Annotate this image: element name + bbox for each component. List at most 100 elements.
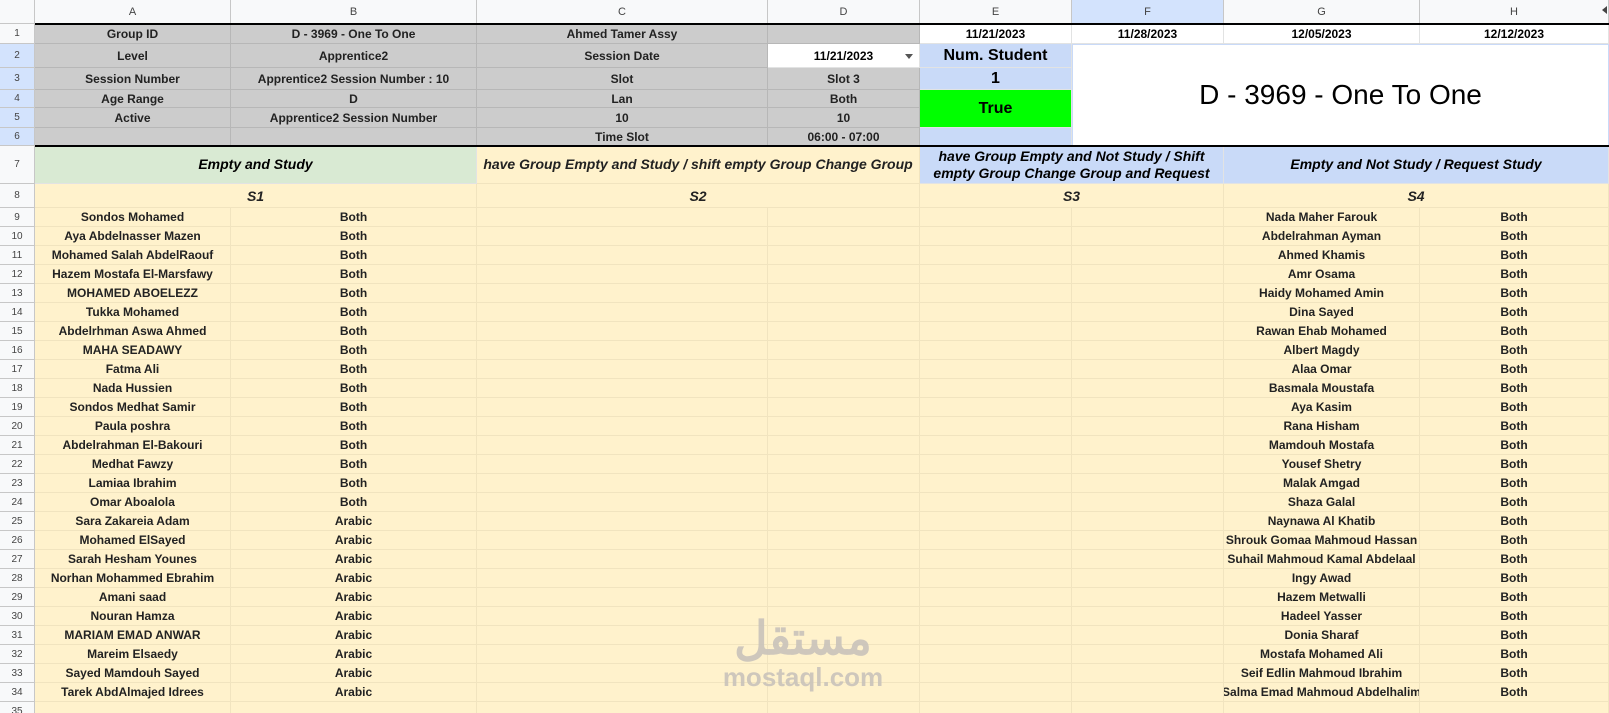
header-cell-r5-c1[interactable]: Apprentice2 Session Number [231, 108, 477, 128]
data-cell-r20-g[interactable]: Rana Hisham [1224, 417, 1420, 436]
data-cell-r22-d[interactable] [768, 455, 920, 474]
data-cell-r19-a[interactable]: Sondos Medhat Samir [35, 398, 231, 417]
data-cell-r26-d[interactable] [768, 531, 920, 550]
data-cell-r34-f[interactable] [1072, 683, 1224, 702]
row-header-10[interactable]: 10 [0, 227, 35, 246]
data-cell-r15-g[interactable]: Rawan Ehab Mohamed [1224, 322, 1420, 341]
data-cell-r20-h[interactable]: Both [1420, 417, 1609, 436]
data-cell-r21-g[interactable]: Mamdouh Mostafa [1224, 436, 1420, 455]
data-cell-r24-d[interactable] [768, 493, 920, 512]
data-cell-r29-a[interactable]: Amani saad [35, 588, 231, 607]
row-header-12[interactable]: 12 [0, 265, 35, 284]
num-student-label[interactable]: Num. Student [920, 44, 1072, 68]
data-cell-r27-f[interactable] [1072, 550, 1224, 569]
data-cell-r10-e[interactable] [920, 227, 1072, 246]
data-cell-r33-f[interactable] [1072, 664, 1224, 683]
data-cell-r18-e[interactable] [920, 379, 1072, 398]
data-cell-r31-g[interactable]: Donia Sharaf [1224, 626, 1420, 645]
row-header-4[interactable]: 4 [0, 90, 35, 108]
data-cell-r27-a[interactable]: Sarah Hesham Younes [35, 550, 231, 569]
data-cell-r20-c[interactable] [477, 417, 768, 436]
data-cell-r22-a[interactable]: Medhat Fawzy [35, 455, 231, 474]
data-cell-r24-c[interactable] [477, 493, 768, 512]
column-header-c[interactable]: C [477, 0, 768, 24]
data-cell-r31-b[interactable]: Arabic [231, 626, 477, 645]
data-cell-r27-d[interactable] [768, 550, 920, 569]
data-cell-r18-b[interactable]: Both [231, 379, 477, 398]
s1-header[interactable]: S1 [35, 184, 477, 208]
data-cell-r26-e[interactable] [920, 531, 1072, 550]
data-cell-r29-e[interactable] [920, 588, 1072, 607]
data-cell-r13-b[interactable]: Both [231, 284, 477, 303]
data-cell-r32-a[interactable]: Mareim Elsaedy [35, 645, 231, 664]
data-cell-r19-g[interactable]: Aya Kasim [1224, 398, 1420, 417]
row-header-29[interactable]: 29 [0, 588, 35, 607]
row-header-31[interactable]: 31 [0, 626, 35, 645]
column-header-g[interactable]: G [1224, 0, 1420, 24]
data-cell-r31-f[interactable] [1072, 626, 1224, 645]
data-cell-r16-f[interactable] [1072, 341, 1224, 360]
data-cell-r34-b[interactable]: Arabic [231, 683, 477, 702]
data-cell-r33-g[interactable]: Seif Edlin Mahmoud Ibrahim [1224, 664, 1420, 683]
header-cell-r2-c1[interactable]: Apprentice2 [231, 44, 477, 68]
data-cell-r10-c[interactable] [477, 227, 768, 246]
data-cell-r23-c[interactable] [477, 474, 768, 493]
data-cell-r32-e[interactable] [920, 645, 1072, 664]
data-cell-r23-a[interactable]: Lamiaa Ibrahim [35, 474, 231, 493]
data-cell-r20-a[interactable]: Paula poshra [35, 417, 231, 436]
date-cell-f[interactable]: 11/28/2023 [1072, 24, 1224, 44]
data-cell-r28-b[interactable]: Arabic [231, 569, 477, 588]
data-cell-r30-f[interactable] [1072, 607, 1224, 626]
data-cell-r11-h[interactable]: Both [1420, 246, 1609, 265]
data-cell-r10-a[interactable]: Aya Abdelnasser Mazen [35, 227, 231, 246]
data-cell-r14-e[interactable] [920, 303, 1072, 322]
header-cell-r5-c0[interactable]: Active [35, 108, 231, 128]
data-cell-r14-d[interactable] [768, 303, 920, 322]
data-cell-r16-c[interactable] [477, 341, 768, 360]
data-cell-r25-g[interactable]: Naynawa Al Khatib [1224, 512, 1420, 531]
data-cell-r20-f[interactable] [1072, 417, 1224, 436]
data-cell-r23-b[interactable]: Both [231, 474, 477, 493]
data-cell-r22-f[interactable] [1072, 455, 1224, 474]
header-cell-r4-c1[interactable]: D [231, 90, 477, 108]
data-cell-r26-c[interactable] [477, 531, 768, 550]
num-student-value[interactable]: 1 [920, 68, 1072, 90]
data-cell-r28-f[interactable] [1072, 569, 1224, 588]
data-cell-r14-g[interactable]: Dina Sayed [1224, 303, 1420, 322]
data-cell-r10-f[interactable] [1072, 227, 1224, 246]
data-cell-r12-a[interactable]: Hazem Mostafa El-Marsfawy [35, 265, 231, 284]
column-header-b[interactable]: B [231, 0, 477, 24]
data-cell-r30-h[interactable]: Both [1420, 607, 1609, 626]
header-cell-r6-c0[interactable] [35, 128, 231, 146]
data-cell-r18-g[interactable]: Basmala Moustafa [1224, 379, 1420, 398]
data-cell-r26-a[interactable]: Mohamed ElSayed [35, 531, 231, 550]
section-empty-and-study[interactable]: Empty and Study [35, 146, 477, 184]
data-cell-r15-h[interactable]: Both [1420, 322, 1609, 341]
data-cell-r23-d[interactable] [768, 474, 920, 493]
section-have-group-study[interactable]: have Group Empty and Study / shift empty… [477, 146, 920, 184]
data-cell-r18-h[interactable]: Both [1420, 379, 1609, 398]
row-header-32[interactable]: 32 [0, 645, 35, 664]
column-header-h[interactable]: H [1420, 0, 1609, 24]
data-cell-r12-e[interactable] [920, 265, 1072, 284]
data-cell-r24-g[interactable]: Shaza Galal [1224, 493, 1420, 512]
data-cell-r18-f[interactable] [1072, 379, 1224, 398]
data-cell-r13-g[interactable]: Haidy Mohamed Amin [1224, 284, 1420, 303]
row-header-35[interactable]: 35 [0, 702, 35, 713]
blank-blue-cell[interactable] [920, 128, 1072, 146]
data-cell-r22-e[interactable] [920, 455, 1072, 474]
data-cell-r19-e[interactable] [920, 398, 1072, 417]
data-cell-r33-a[interactable]: Sayed Mamdouh Sayed [35, 664, 231, 683]
section-empty-not-study[interactable]: Empty and Not Study / Request Study [1224, 146, 1609, 184]
data-cell-r12-f[interactable] [1072, 265, 1224, 284]
data-cell-r27-b[interactable]: Arabic [231, 550, 477, 569]
data-cell-r33-h[interactable]: Both [1420, 664, 1609, 683]
data-cell-r14-c[interactable] [477, 303, 768, 322]
header-cell-r4-c2[interactable]: Lan [477, 90, 768, 108]
data-cell-r19-f[interactable] [1072, 398, 1224, 417]
header-cell-r3-c3[interactable]: Slot 3 [768, 68, 920, 90]
data-cell-r26-g[interactable]: Shrouk Gomaa Mahmoud Hassan [1224, 531, 1420, 550]
row-header-33[interactable]: 33 [0, 664, 35, 683]
row-header-19[interactable]: 19 [0, 398, 35, 417]
header-cell-r1-c2[interactable]: Ahmed Tamer Assy [477, 24, 768, 44]
